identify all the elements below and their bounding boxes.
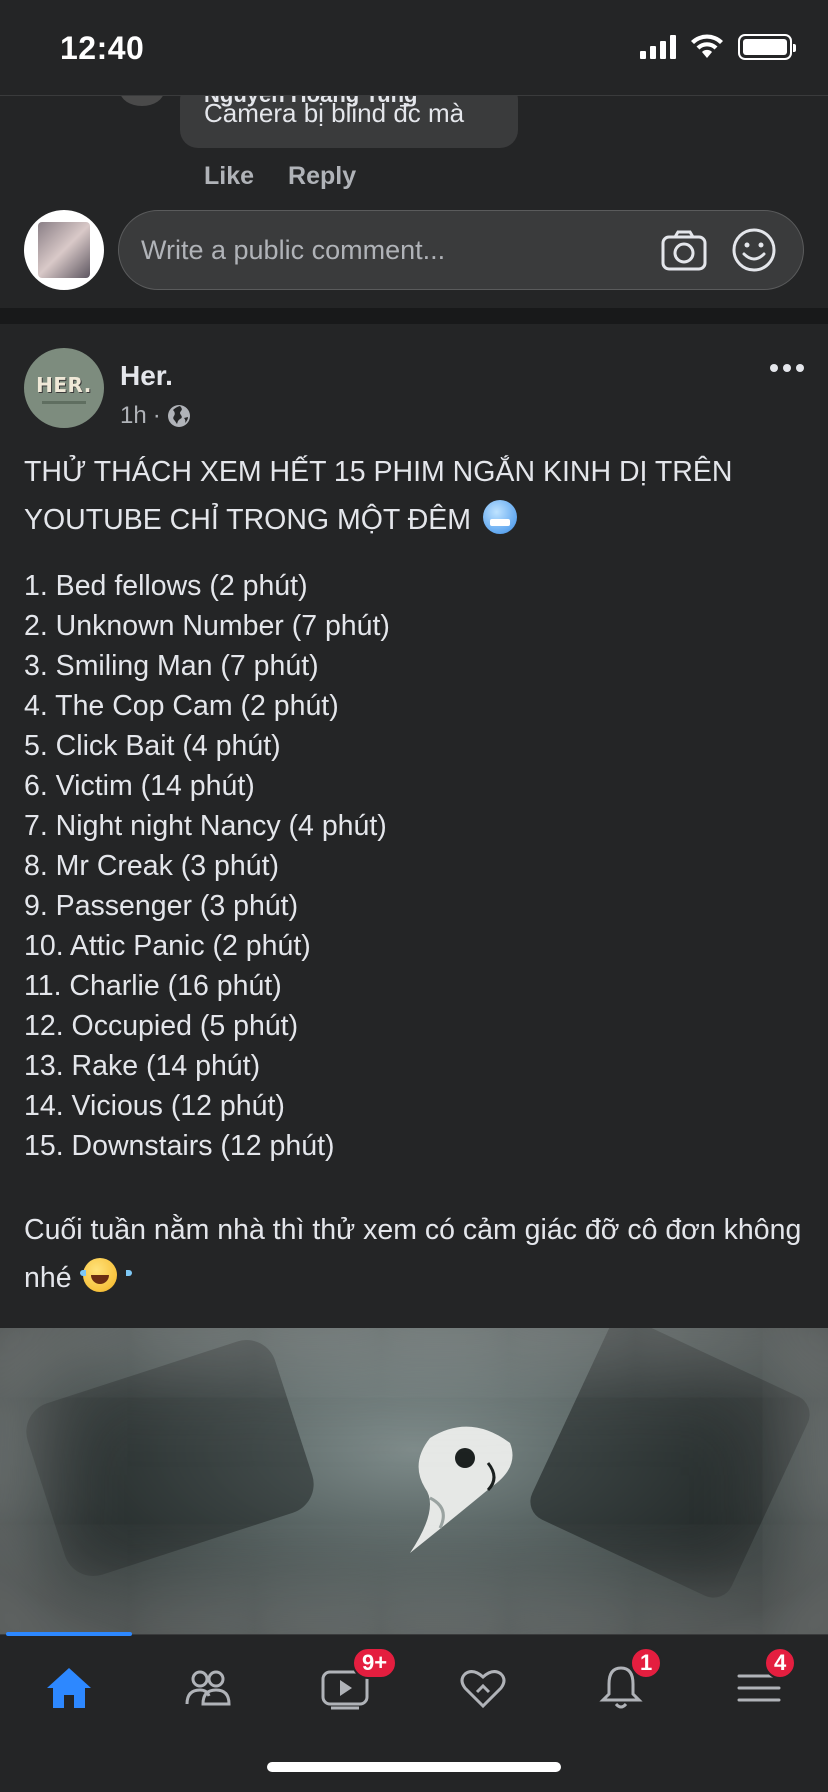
tab-watch[interactable]: 9+ (310, 1647, 398, 1723)
wifi-icon (691, 34, 723, 58)
film-list-item: 2. Unknown Number (7 phút) (24, 610, 390, 642)
film-list-item: 12. Occupied (5 phút) (24, 1010, 299, 1042)
comment-bubble[interactable]: Nguyen Hoang Tung Camera bị blind đc mà (180, 96, 518, 148)
laughing-emoji-icon (80, 1258, 133, 1292)
post-closing: Cuối tuần nằm nhà thì thử xem có cảm giá… (24, 1206, 804, 1302)
film-list-item: 7. Night night Nancy (4 phút) (24, 810, 387, 842)
menu-badge: 4 (764, 1647, 797, 1679)
status-icons (640, 34, 796, 60)
friends-icon (185, 1670, 231, 1706)
watch-badge: 9+ (352, 1647, 398, 1679)
user-avatar[interactable] (24, 210, 104, 290)
film-list-item: 3. Smiling Man (7 phút) (24, 650, 319, 682)
reply-button[interactable]: Reply (288, 162, 356, 191)
home-icon (47, 1668, 91, 1708)
tab-menu[interactable]: 4 (724, 1647, 797, 1723)
cold-face-emoji-icon (482, 500, 517, 534)
tab-dating[interactable] (448, 1653, 518, 1723)
post-image[interactable] (0, 1328, 828, 1634)
post-headline-text: THỬ THÁCH XEM HẾT 15 PHIM NGẮN KINH DỊ T… (24, 456, 733, 536)
film-list-item: 13. Rake (14 phút) (24, 1050, 261, 1082)
film-list-item: 4. The Cop Cam (2 phút) (24, 690, 339, 722)
post-headline: THỬ THÁCH XEM HẾT 15 PHIM NGẮN KINH DỊ T… (24, 448, 804, 544)
tab-friends[interactable] (172, 1653, 242, 1723)
more-options-icon[interactable] (770, 364, 804, 372)
post-meta: 1h · (120, 402, 191, 430)
page-avatar-logo: HER. (36, 372, 92, 397)
film-list-item: 5. Click Bait (4 phút) (24, 730, 281, 762)
post-closing-text: Cuối tuần nằm nhà thì thử xem có cảm giá… (24, 1214, 802, 1294)
film-list-item: 1. Bed fellows (2 phút) (24, 570, 308, 602)
film-list-item: 9. Passenger (3 phút) (24, 890, 299, 922)
film-list: 1. Bed fellows (2 phút) 2. Unknown Number… (24, 566, 804, 1166)
comment-input-placeholder: Write a public comment... (141, 235, 446, 265)
comment-actions: Like Reply (204, 162, 356, 191)
page-avatar[interactable]: HER. (24, 348, 104, 428)
tab-home[interactable] (34, 1653, 104, 1723)
post-text: THỬ THÁCH XEM HẾT 15 PHIM NGẮN KINH DỊ T… (24, 448, 804, 1302)
notifications-badge: 1 (630, 1647, 663, 1679)
film-list-item: 8. Mr Creak (3 phút) (24, 850, 279, 882)
post-header: HER. Her. 1h · (0, 324, 828, 434)
film-list-item: 14. Vicious (12 phút) (24, 1090, 285, 1122)
film-list-item: 11. Charlie (16 phút) (24, 970, 282, 1002)
film-list-item: 15. Downstairs (12 phút) (24, 1130, 335, 1162)
previous-comment-section: Nguyen Hoang Tung Camera bị blind đc mà … (0, 96, 828, 316)
globe-icon (167, 405, 190, 427)
comment-text: Camera bị blind đc mà (204, 98, 465, 128)
active-tab-indicator (6, 1632, 132, 1636)
cellular-signal-icon (640, 35, 676, 59)
post-time[interactable]: 1h (120, 402, 147, 430)
emoji-icon[interactable] (731, 227, 777, 273)
comment-input[interactable]: Write a public comment... (118, 210, 804, 290)
home-indicator (267, 1762, 561, 1772)
battery-icon (738, 34, 796, 60)
feed-separator (0, 308, 828, 324)
comment-composer: Write a public comment... (0, 208, 828, 292)
meta-separator: · (152, 402, 161, 429)
page-name[interactable]: Her. (120, 360, 173, 392)
camera-icon[interactable] (661, 229, 707, 271)
tab-notifications[interactable]: 1 (586, 1647, 663, 1723)
commenter-avatar[interactable] (120, 96, 164, 106)
status-time: 12:40 (60, 30, 145, 66)
like-button[interactable]: Like (204, 162, 254, 191)
status-bar: 12:40 (0, 0, 828, 96)
film-list-item: 10. Attic Panic (2 phút) (24, 930, 311, 962)
heart-icon (460, 1670, 506, 1709)
film-list-item: 6. Victim (14 phút) (24, 770, 255, 802)
